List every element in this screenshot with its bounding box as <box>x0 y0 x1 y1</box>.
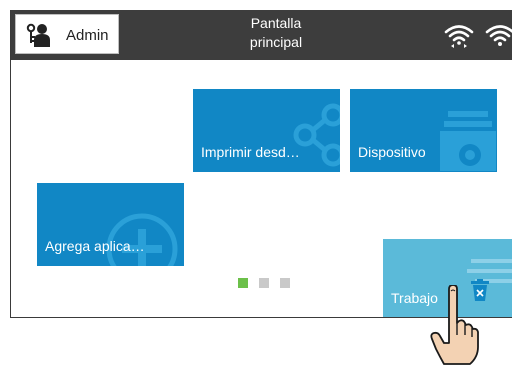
admin-label: Admin <box>66 27 109 44</box>
finger-tap-pointer <box>430 285 479 365</box>
admin-user-key-icon <box>26 23 50 47</box>
touch-screen: Admin Pantalla principal Imprimir desd… … <box>10 10 512 318</box>
device-tile[interactable]: Dispositivo <box>350 89 497 172</box>
page-dot-1[interactable] <box>238 278 248 288</box>
printer-gear-icon <box>440 111 496 171</box>
wifi-icon[interactable] <box>444 23 474 49</box>
page-dot-3[interactable] <box>280 278 290 288</box>
print-from-tile[interactable]: Imprimir desd… <box>193 89 340 172</box>
device-label: Dispositivo <box>358 144 426 160</box>
page-indicator <box>238 278 290 288</box>
top-bar: Admin Pantalla principal <box>11 10 512 60</box>
add-apps-label: Agrega aplica… <box>45 238 145 254</box>
title-line-1: Pantalla <box>250 15 302 31</box>
admin-button[interactable]: Admin <box>15 14 119 54</box>
share-icon <box>293 103 340 167</box>
wifi-direct-icon[interactable] <box>485 23 512 49</box>
screen-title: Pantalla principal <box>206 14 346 52</box>
title-line-2: principal <box>249 34 303 50</box>
print-from-label: Imprimir desd… <box>201 144 300 160</box>
add-apps-tile[interactable]: Agrega aplica… <box>37 183 184 266</box>
page-dot-2[interactable] <box>259 278 269 288</box>
